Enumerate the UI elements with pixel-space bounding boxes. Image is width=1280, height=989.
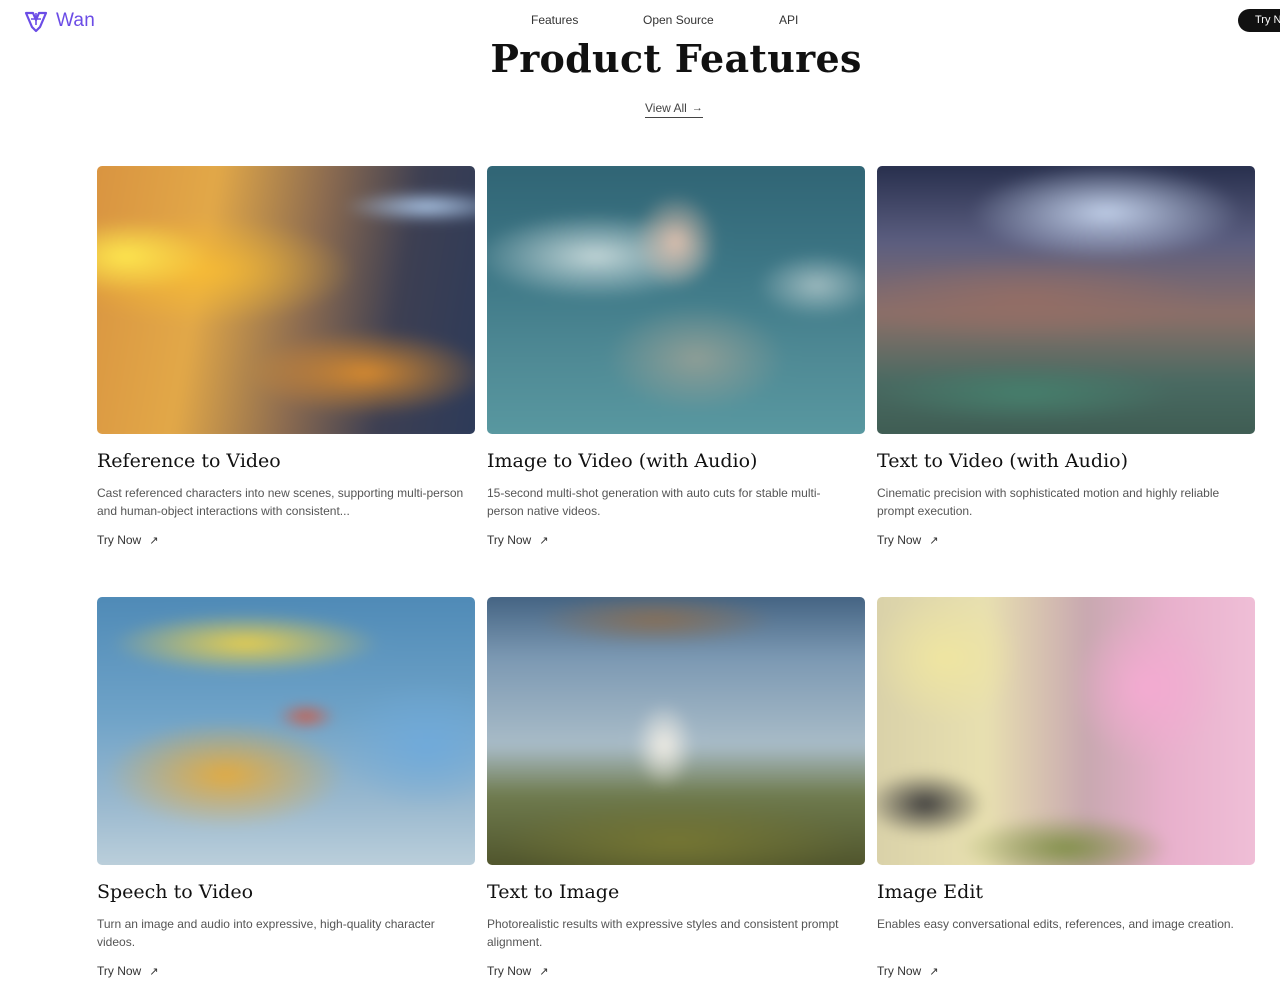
try-now-label: Try Now [877,533,922,547]
try-now-label: Try Now [487,533,532,547]
try-now-link[interactable]: Try Now ↗ [877,964,938,978]
feature-card-image-to-video[interactable]: Image to Video (with Audio) 15-second mu… [487,166,865,547]
feature-card-text-to-image[interactable]: Text to Image Photorealistic results wit… [487,597,865,978]
feature-card-image-edit[interactable]: Image Edit Enables easy conversational e… [877,597,1255,978]
card-thumbnail[interactable] [97,166,475,434]
try-now-label: Try Now [97,533,142,547]
card-thumbnail[interactable] [877,597,1255,865]
feature-card-reference-to-video[interactable]: Reference to Video Cast referenced chara… [97,166,475,547]
card-thumbnail[interactable] [487,597,865,865]
page: Wan Features Open Source API Try Now Pro… [0,0,1280,989]
card-thumbnail[interactable] [487,166,865,434]
card-description: Cinematic precision with sophisticated m… [877,486,1220,518]
try-now-label: Try Now [97,964,142,978]
nav-open-source[interactable]: Open Source [643,13,714,27]
card-description: Turn an image and audio into expressive,… [97,917,435,949]
arrow-right-icon: → [691,102,703,114]
card-title: Image to Video (with Audio) [487,450,758,472]
card-description: Cast referenced characters into new scen… [97,486,464,518]
external-arrow-icon: ↗ [539,534,549,547]
try-now-link[interactable]: Try Now ↗ [487,964,548,978]
try-now-label: Try Now [877,964,922,978]
card-description: Enables easy conversational edits, refer… [877,917,1234,931]
view-all-label: View All [645,101,687,115]
card-title: Speech to Video [97,881,254,903]
try-now-header-button[interactable]: Try Now [1238,9,1280,32]
card-title: Image Edit [877,881,984,903]
card-description: 15-second multi-shot generation with aut… [487,486,821,518]
try-now-link[interactable]: Try Now ↗ [877,533,938,547]
card-title: Text to Video (with Audio) [877,450,1129,472]
external-arrow-icon: ↗ [929,534,939,547]
page-title: Product Features [490,36,862,81]
card-title: Text to Image [487,881,620,903]
external-arrow-icon: ↗ [149,534,159,547]
card-title: Reference to Video [97,450,281,472]
external-arrow-icon: ↗ [149,965,159,978]
try-now-link[interactable]: Try Now ↗ [97,533,158,547]
try-now-link[interactable]: Try Now ↗ [97,964,158,978]
nav-features[interactable]: Features [531,13,578,27]
view-all-link[interactable]: View All → [645,101,703,118]
nav-api[interactable]: API [779,13,798,27]
card-description: Photorealistic results with expressive s… [487,917,839,949]
external-arrow-icon: ↗ [539,965,549,978]
card-thumbnail[interactable] [877,166,1255,434]
feature-card-speech-to-video[interactable]: Speech to Video Turn an image and audio … [97,597,475,978]
card-thumbnail[interactable] [97,597,475,865]
feature-card-text-to-video[interactable]: Text to Video (with Audio) Cinematic pre… [877,166,1255,547]
try-now-link[interactable]: Try Now ↗ [487,533,548,547]
try-now-label: Try Now [487,964,532,978]
external-arrow-icon: ↗ [929,965,939,978]
top-nav: Features Open Source API [0,13,1280,29]
